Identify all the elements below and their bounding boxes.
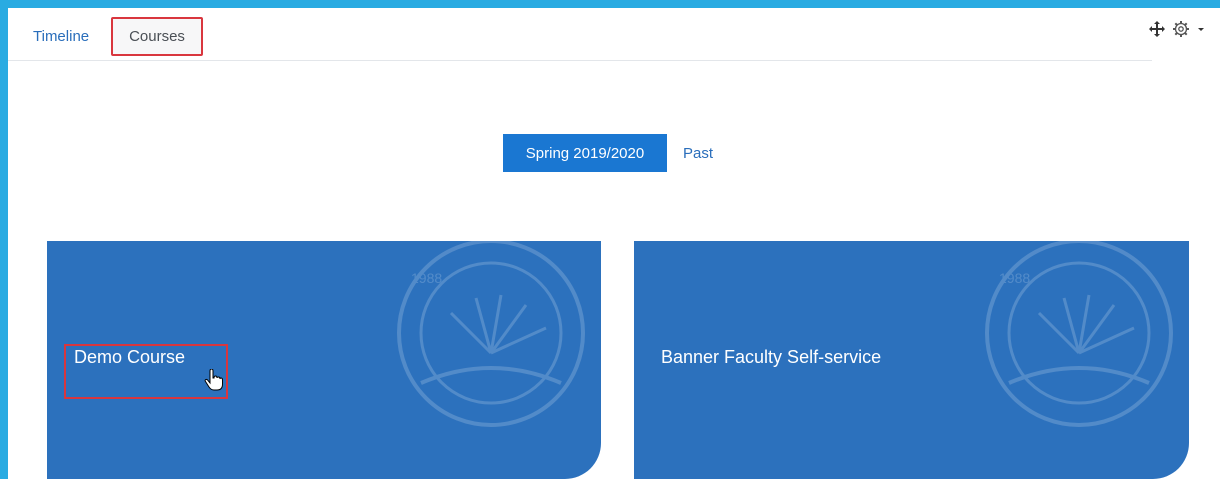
filter-past[interactable]: Past: [683, 145, 713, 162]
course-filter: Spring 2019/2020 Past: [503, 134, 713, 172]
course-overview-block: Timeline Courses Spring 2019/2020 Past 1…: [8, 8, 1220, 479]
svg-text:1988: 1988: [999, 270, 1030, 286]
svg-text:1988: 1988: [411, 270, 442, 286]
caret-down-icon[interactable]: [1196, 20, 1206, 38]
course-card-demo-course[interactable]: 1988 Demo Course: [47, 241, 601, 479]
gear-icon[interactable]: [1172, 20, 1190, 38]
university-emblem-icon: 1988: [985, 241, 1173, 427]
university-emblem-icon: 1988: [397, 241, 585, 427]
block-controls: [1148, 20, 1206, 38]
tab-courses[interactable]: Courses: [111, 17, 203, 56]
tab-bar: Timeline Courses: [8, 8, 1152, 61]
filter-spring-2019-2020[interactable]: Spring 2019/2020: [503, 134, 667, 172]
course-name[interactable]: Banner Faculty Self-service: [661, 347, 881, 368]
hand-cursor-icon: [204, 369, 223, 391]
course-card-banner-faculty-self-service[interactable]: 1988 Banner Faculty Self-service: [634, 241, 1189, 479]
tab-timeline[interactable]: Timeline: [33, 28, 89, 45]
move-icon[interactable]: [1148, 20, 1166, 38]
